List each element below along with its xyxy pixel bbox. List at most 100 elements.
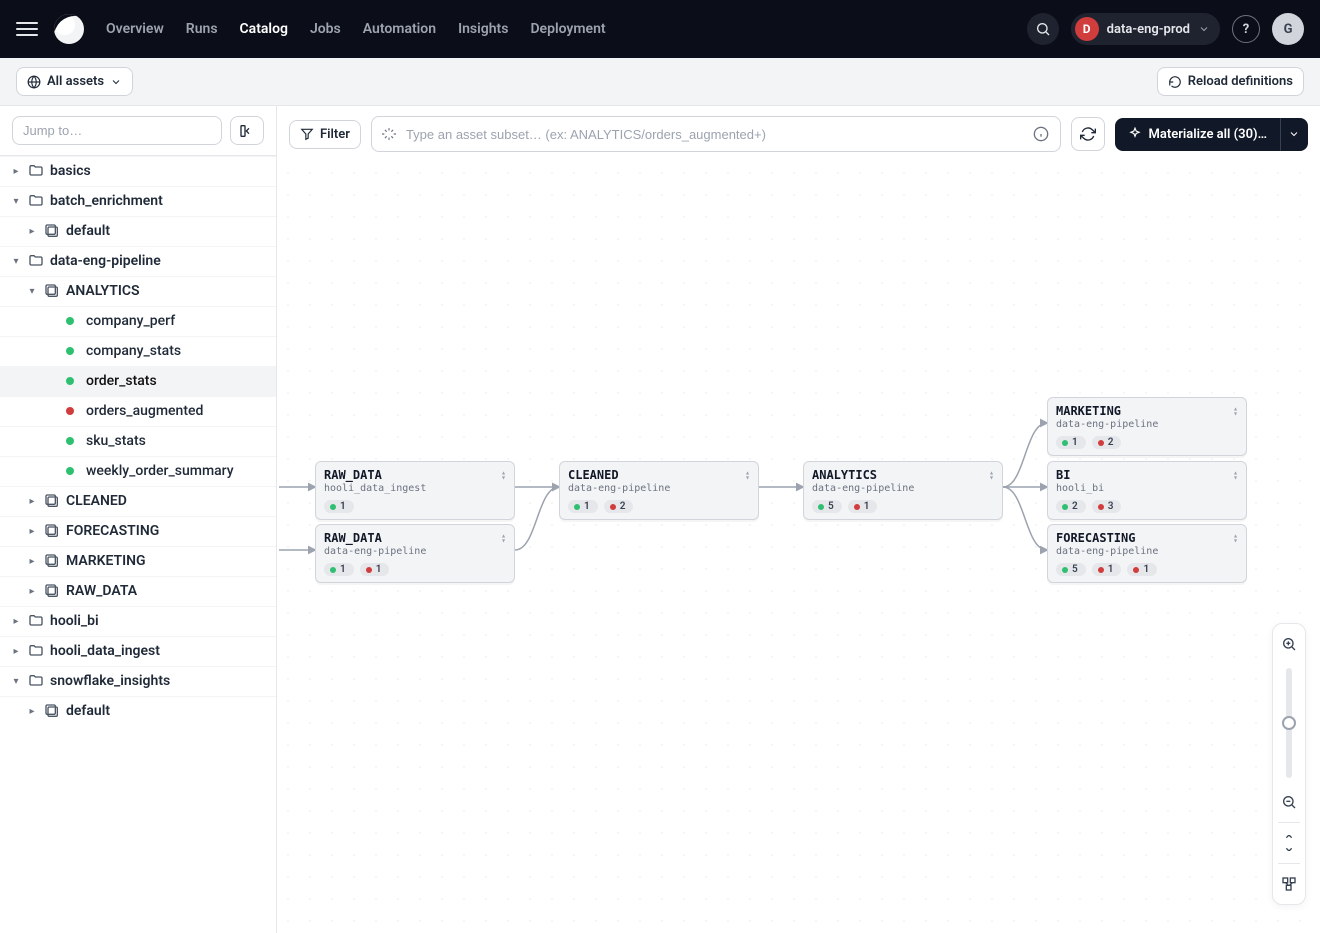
node-subtitle: data-eng-pipeline bbox=[568, 483, 750, 494]
status-pill: 1 bbox=[1092, 563, 1122, 576]
folder-hooli-bi[interactable]: ▸ hooli_bi bbox=[0, 606, 276, 636]
scope-toolbar: All assets Reload definitions bbox=[0, 58, 1320, 106]
expand-node-icon[interactable]: ▴▾ bbox=[745, 470, 750, 480]
nav-overview[interactable]: Overview bbox=[106, 21, 164, 37]
dagster-logo[interactable] bbox=[54, 14, 84, 44]
node-subtitle: data-eng-pipeline bbox=[812, 483, 994, 494]
folder-hooli-data-ingest[interactable]: ▸hooli_data_ingest bbox=[0, 636, 276, 666]
node-title: FORECASTING bbox=[1056, 531, 1135, 545]
expand-node-icon[interactable]: ▴▾ bbox=[1233, 470, 1238, 480]
nav-insights[interactable]: Insights bbox=[458, 21, 508, 37]
info-icon[interactable] bbox=[1028, 121, 1054, 147]
help-icon[interactable]: ? bbox=[1232, 15, 1260, 43]
nav-automation[interactable]: Automation bbox=[363, 21, 436, 37]
group-analytics[interactable]: ▾ ANALYTICS bbox=[0, 276, 276, 306]
group-cleaned[interactable]: ▸CLEANED bbox=[0, 486, 276, 516]
folder-snowflake-insights[interactable]: ▾snowflake_insights bbox=[0, 666, 276, 696]
expand-node-icon[interactable]: ▴▾ bbox=[501, 533, 506, 543]
tree-item-label: ANALYTICS bbox=[66, 283, 140, 299]
filter-label: Filter bbox=[320, 127, 350, 142]
status-pill: 1 bbox=[1056, 436, 1086, 449]
asset-group-icon bbox=[44, 523, 60, 539]
materialize-all-button[interactable]: Materialize all (30)… bbox=[1115, 118, 1280, 151]
sparkle-icon bbox=[382, 127, 396, 141]
search-icon[interactable] bbox=[1027, 13, 1059, 45]
group-forecasting[interactable]: ▸FORECASTING bbox=[0, 516, 276, 546]
group-marketing[interactable]: ▸MARKETING bbox=[0, 546, 276, 576]
folder-data-eng-pipeline[interactable]: ▾data-eng-pipeline bbox=[0, 246, 276, 276]
asset-subset-field[interactable] bbox=[371, 116, 1062, 152]
lineage-node-raw_data-hooli-data-ingest[interactable]: RAW_DATA▴▾hooli_data_ingest1 bbox=[315, 461, 515, 520]
asset-company-stats[interactable]: company_stats bbox=[0, 336, 276, 366]
folder-basics[interactable]: ▸basics bbox=[0, 156, 276, 186]
refresh-graph-button[interactable] bbox=[1071, 117, 1105, 151]
jump-to-input[interactable] bbox=[12, 116, 222, 145]
tree-item-label: MARKETING bbox=[66, 553, 146, 569]
caret-right-icon: ▸ bbox=[10, 646, 22, 657]
expand-node-icon[interactable]: ▴▾ bbox=[989, 470, 994, 480]
caret-down-icon: ▾ bbox=[26, 286, 38, 297]
node-title: BI bbox=[1056, 468, 1070, 482]
lineage-node-cleaned-data-eng-pipeline[interactable]: CLEANED▴▾data-eng-pipeline12 bbox=[559, 461, 759, 520]
asset-orders-augmented[interactable]: orders_augmented bbox=[0, 396, 276, 426]
lineage-node-analytics-data-eng-pipeline[interactable]: ANALYTICS▴▾data-eng-pipeline51 bbox=[803, 461, 1003, 520]
lineage-node-forecasting-data-eng-pipeline[interactable]: FORECASTING▴▾data-eng-pipeline511 bbox=[1047, 524, 1247, 583]
expand-node-icon[interactable]: ▴▾ bbox=[1233, 533, 1238, 543]
zoom-out-icon bbox=[1281, 794, 1297, 810]
nav-catalog[interactable]: Catalog bbox=[240, 21, 288, 37]
collapse-sidebar-button[interactable] bbox=[230, 116, 264, 145]
materialize-dropdown-button[interactable] bbox=[1280, 118, 1308, 151]
status-pill: 5 bbox=[1056, 563, 1086, 576]
nav-deployment[interactable]: Deployment bbox=[530, 21, 605, 37]
nav-runs[interactable]: Runs bbox=[186, 21, 218, 37]
fit-view-button[interactable] bbox=[1273, 829, 1305, 857]
zoom-in-button[interactable] bbox=[1273, 630, 1305, 658]
asset-group-icon bbox=[44, 493, 60, 509]
workspace-name: data-eng-prod bbox=[1107, 22, 1190, 37]
tree-item-label: data-eng-pipeline bbox=[50, 253, 161, 269]
reload-definitions-label: Reload definitions bbox=[1188, 74, 1293, 89]
tree-item-label: hooli_bi bbox=[50, 613, 99, 629]
asset-group-icon bbox=[44, 583, 60, 599]
caret-right-icon: ▸ bbox=[10, 616, 22, 627]
panel-collapse-icon bbox=[239, 123, 255, 139]
group-raw-data[interactable]: ▸RAW_DATA bbox=[0, 576, 276, 606]
expand-node-icon[interactable]: ▴▾ bbox=[1233, 406, 1238, 416]
menu-icon[interactable] bbox=[16, 17, 40, 41]
asset-company-perf[interactable]: company_perf bbox=[0, 306, 276, 336]
zoom-slider-thumb[interactable] bbox=[1282, 716, 1296, 730]
asset-subset-input[interactable] bbox=[404, 126, 1021, 143]
lineage-node-bi-hooli-bi[interactable]: BI▴▾hooli_bi23 bbox=[1047, 461, 1247, 520]
group-default[interactable]: ▸default bbox=[0, 696, 276, 726]
folder-batch-enrichment[interactable]: ▾batch_enrichment bbox=[0, 186, 276, 216]
nav-jobs[interactable]: Jobs bbox=[310, 21, 341, 37]
asset-sku-stats[interactable]: sku_stats bbox=[0, 426, 276, 456]
layout-button[interactable] bbox=[1273, 870, 1305, 898]
tree-item-label: orders_augmented bbox=[86, 403, 203, 419]
zoom-slider[interactable] bbox=[1286, 668, 1292, 778]
lineage-node-marketing-data-eng-pipeline[interactable]: MARKETING▴▾data-eng-pipeline12 bbox=[1047, 397, 1247, 456]
tree-item-label: batch_enrichment bbox=[50, 193, 163, 209]
status-pill: 2 bbox=[1056, 500, 1086, 513]
tree-item-label: default bbox=[66, 703, 110, 719]
node-title: RAW_DATA bbox=[324, 531, 382, 545]
asset-scope-selector[interactable]: All assets bbox=[16, 67, 133, 96]
workspace-selector[interactable]: D data-eng-prod bbox=[1071, 13, 1220, 45]
user-avatar[interactable]: G bbox=[1272, 13, 1304, 45]
folder-icon bbox=[28, 163, 44, 179]
asset-sidebar: ▸basics▾batch_enrichment▸default▾data-en… bbox=[0, 106, 277, 933]
asset-weekly-order-summary[interactable]: weekly_order_summary bbox=[0, 456, 276, 486]
group-default[interactable]: ▸default bbox=[0, 216, 276, 246]
filter-button[interactable]: Filter bbox=[289, 120, 361, 149]
reload-definitions-button[interactable]: Reload definitions bbox=[1157, 67, 1304, 96]
expand-node-icon[interactable]: ▴▾ bbox=[501, 470, 506, 480]
tree-item-label: weekly_order_summary bbox=[86, 463, 234, 479]
status-pill: 2 bbox=[1092, 436, 1122, 449]
lineage-node-raw_data-data-eng-pipeline[interactable]: RAW_DATA▴▾data-eng-pipeline11 bbox=[315, 524, 515, 583]
node-subtitle: hooli_data_ingest bbox=[324, 483, 506, 494]
lineage-canvas[interactable]: RAW_DATA▴▾hooli_data_ingest1RAW_DATA▴▾da… bbox=[277, 162, 1320, 933]
asset-order-stats[interactable]: order_stats bbox=[0, 366, 276, 396]
caret-right-icon: ▸ bbox=[26, 226, 38, 237]
asset-group-icon bbox=[44, 283, 60, 299]
zoom-out-button[interactable] bbox=[1273, 788, 1305, 816]
